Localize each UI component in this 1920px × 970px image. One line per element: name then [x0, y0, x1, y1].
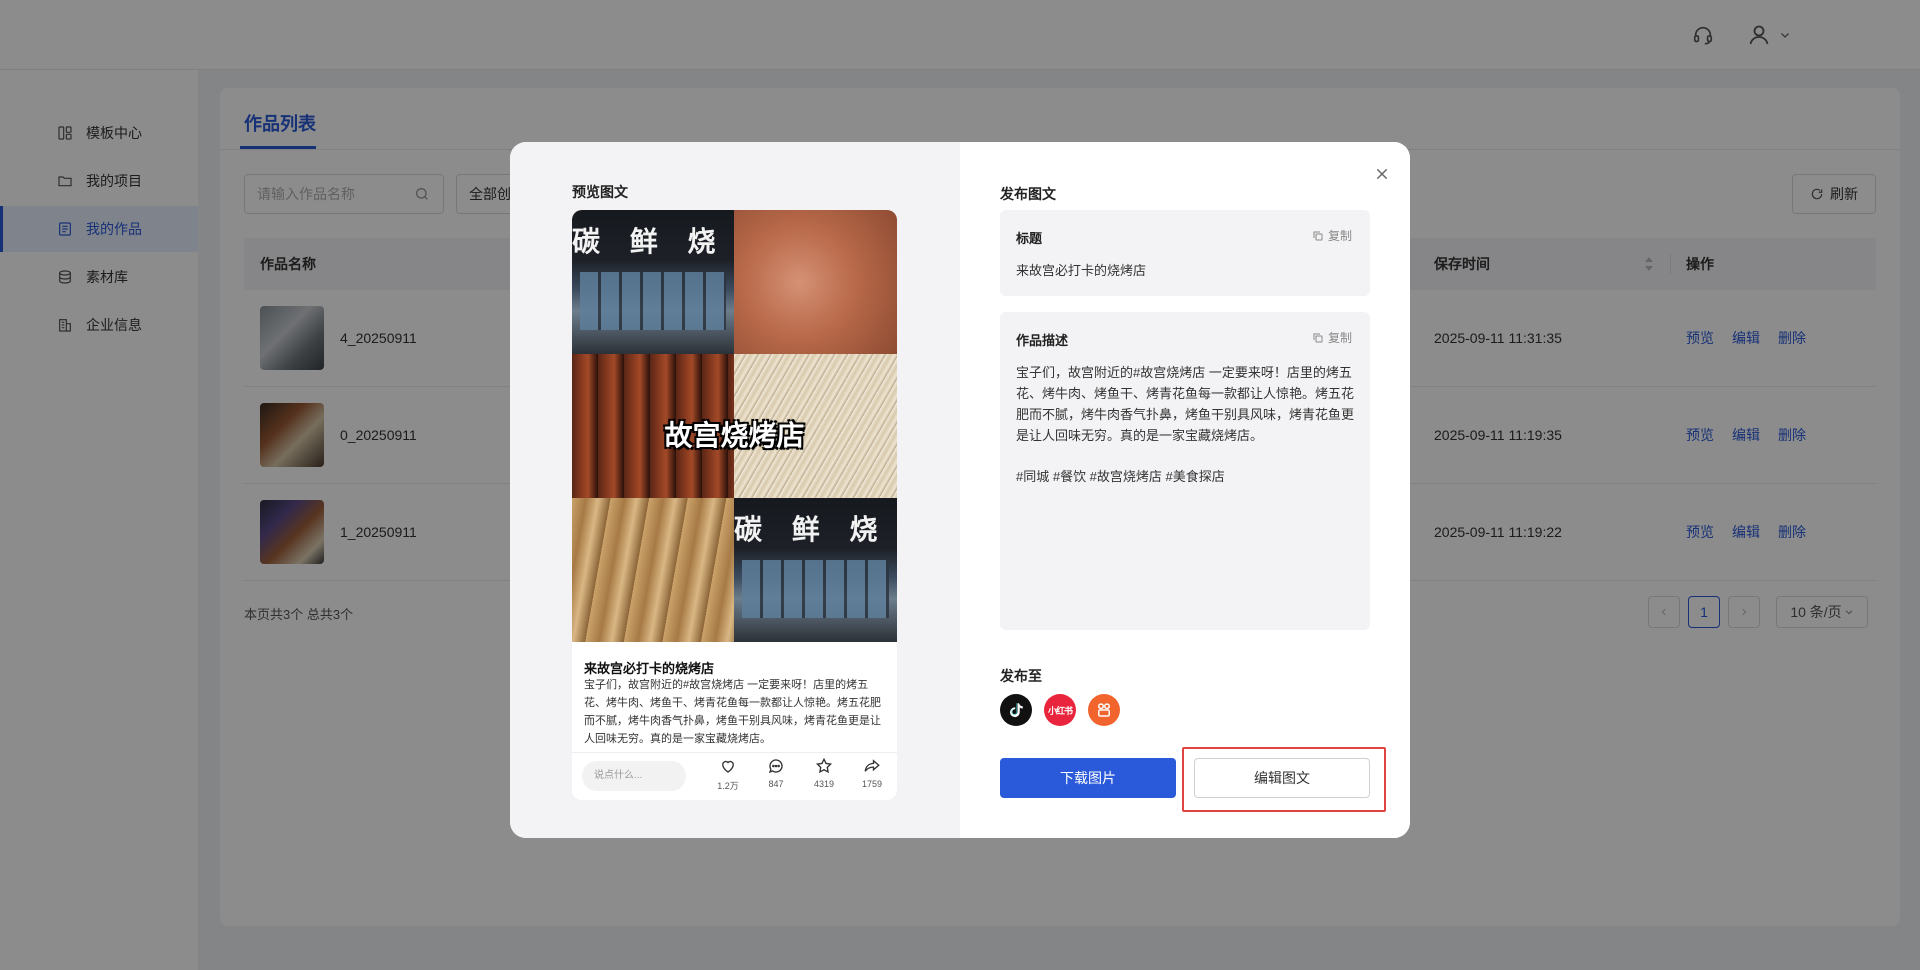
share-icon — [864, 759, 880, 772]
edit-post-button[interactable]: 编辑图文 — [1194, 758, 1370, 798]
store-window — [742, 560, 889, 618]
heart-icon — [722, 760, 734, 773]
kuaishou-icon[interactable] — [1088, 694, 1120, 726]
description-label: 作品描述 — [1016, 333, 1069, 348]
download-images-button[interactable]: 下载图片 — [1000, 758, 1176, 798]
share-stat[interactable]: 1759 — [852, 757, 892, 789]
publish-dialog: 预览图文 碳 鲜 烧 烤 碳 鲜 烧 烤 故宫烧烤店 来故宫必打卡的烧烤店 宝子… — [510, 142, 1410, 838]
preview-pane: 预览图文 碳 鲜 烧 烤 碳 鲜 烧 烤 故宫烧烤店 来故宫必打卡的烧烤店 宝子… — [510, 142, 960, 838]
star-icon — [815, 757, 833, 774]
description-text: 宝子们，故宫附近的#故宫烧烤店 一定要来呀！店里的烤五花、烤牛肉、烤鱼干、烤青花… — [1016, 365, 1355, 443]
preview-image[interactable]: 碳 鲜 烧 烤 碳 鲜 烧 烤 故宫烧烤店 — [572, 210, 897, 642]
description-value: 宝子们，故宫附近的#故宫烧烤店 一定要来呀！店里的烤五花、烤牛肉、烤鱼干、烤青花… — [1016, 362, 1358, 487]
like-stat[interactable]: 1.2万 — [708, 757, 748, 792]
publish-to-label: 发布至 — [1000, 668, 1042, 684]
mackerel-photo — [572, 498, 734, 642]
preview-label: 预览图文 — [572, 184, 628, 200]
comment-input[interactable]: 说点什么... — [582, 761, 686, 791]
xiaohongshu-icon[interactable]: 小红书 — [1044, 694, 1076, 726]
title-value: 来故宫必打卡的烧烤店 — [1016, 263, 1147, 278]
title-card: 标题 复制 来故宫必打卡的烧烤店 — [1000, 210, 1370, 296]
description-card: 作品描述 复制 宝子们，故宫附近的#故宫烧烤店 一定要来呀！店里的烤五花、烤牛肉… — [1000, 312, 1370, 630]
store-sign-text: 碳 鲜 烧 烤 — [572, 225, 734, 258]
favorite-stat[interactable]: 4319 — [804, 757, 844, 789]
title-label: 标题 — [1016, 231, 1043, 246]
close-icon[interactable] — [1370, 162, 1394, 186]
engagement-bar: 说点什么... 1.2万 847 4319 1759 — [572, 752, 897, 800]
copy-icon — [1313, 333, 1323, 342]
favorite-count: 4319 — [813, 779, 835, 789]
comment-icon — [768, 759, 783, 774]
tiktok-icon[interactable] — [1000, 694, 1032, 726]
copy-title-button[interactable]: 复制 — [1312, 227, 1352, 244]
comment-count: 847 — [768, 779, 784, 789]
post-body: 宝子们，故宫附近的#故宫烧烤店 一定要来呀！店里的烤五花、烤牛肉、烤鱼干、烤青花… — [584, 679, 881, 745]
share-count: 1759 — [861, 779, 883, 789]
post-title: 来故宫必打卡的烧烤店 — [584, 661, 715, 676]
copy-description-button[interactable]: 复制 — [1312, 329, 1352, 346]
comment-stat[interactable]: 847 — [756, 757, 796, 789]
publish-label: 发布图文 — [1000, 186, 1056, 202]
like-count: 1.2万 — [717, 781, 739, 791]
pork-belly-photo — [734, 210, 897, 354]
collage-title: 故宫烧烤店 — [664, 419, 805, 452]
phone-preview: 碳 鲜 烧 烤 碳 鲜 烧 烤 故宫烧烤店 来故宫必打卡的烧烤店 宝子们，故宫附… — [572, 210, 897, 800]
store-photo: 碳 鲜 烧 烤 — [734, 498, 897, 642]
store-photo: 碳 鲜 烧 烤 — [572, 210, 734, 354]
copy-label: 复制 — [1327, 229, 1352, 243]
publish-pane: 发布图文 标题 复制 来故宫必打卡的烧烤店 作品描述 复制 宝子们，故宫附近的#… — [960, 142, 1410, 838]
store-window — [580, 272, 726, 330]
copy-label: 复制 — [1327, 331, 1352, 345]
xiaohongshu-label: 小红书 — [1047, 705, 1073, 716]
description-tags: #同城 #餐饮 #故宫烧烤店 #美食探店 — [1016, 469, 1225, 484]
copy-icon — [1313, 231, 1323, 240]
store-sign-text: 碳 鲜 烧 烤 — [734, 513, 897, 546]
